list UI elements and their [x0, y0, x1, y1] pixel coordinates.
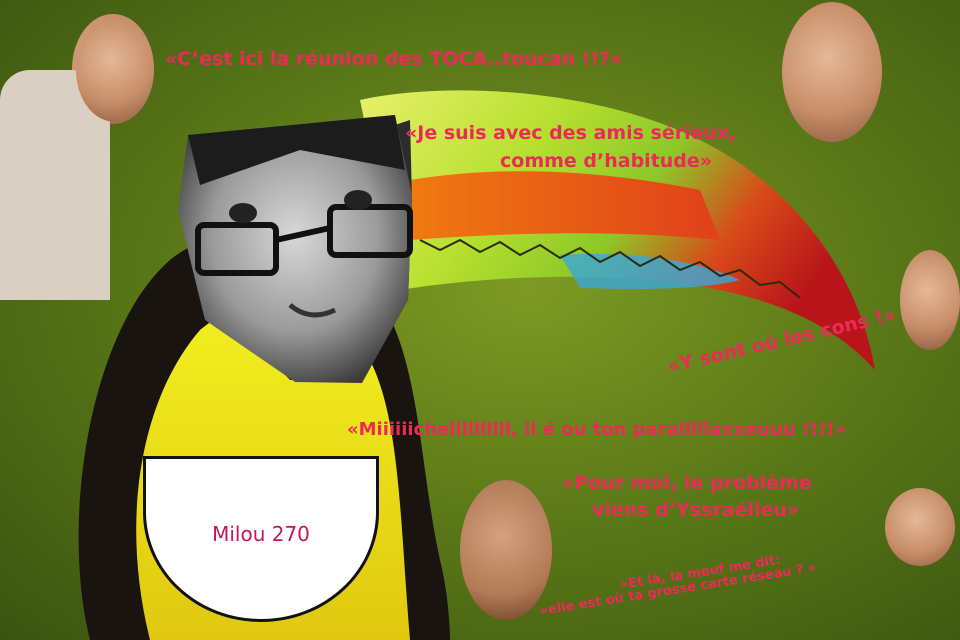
face-top-left-head — [76, 18, 154, 122]
face-bottom-right — [885, 488, 955, 566]
caption-amis-line1: «Je suis avec des amis sérieux, — [405, 122, 737, 144]
face-right-middle — [900, 250, 960, 350]
caption-toca: «C’est ici la réunion des TOCA..toucan !… — [165, 48, 623, 70]
face-bottom-center — [460, 480, 552, 620]
caption-probleme-line2: viens d’Yssraélleu» — [592, 499, 800, 521]
caption-michel: «Miiiiiichellllllllll, il é ou ton paral… — [347, 419, 847, 440]
caption-probleme-line1: «Pour moi, le problème — [562, 472, 812, 494]
caption-amis-line2: comme d’habitude» — [500, 150, 713, 172]
name-label: Milou 270 — [212, 522, 310, 546]
face-top-right — [782, 2, 882, 142]
